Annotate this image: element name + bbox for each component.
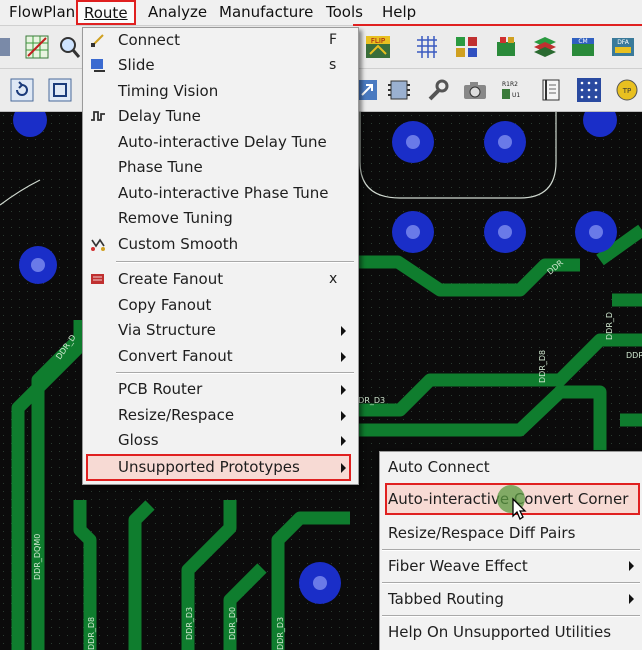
grid-route-icon[interactable] [24,34,50,60]
menu-item-remove-tuning[interactable]: Remove Tuning [83,206,358,231]
svg-text:R1R2: R1R2 [502,81,518,88]
pad-drill [406,135,420,149]
menu-item-pcb-router[interactable]: PCB Router [83,377,358,402]
menu-item-gloss[interactable]: Gloss [83,428,358,453]
refdes-icon[interactable]: R1R2 U1 [500,77,526,103]
menu-item-resize-respace[interactable]: Resize/Respace [83,403,358,428]
submenu-arrow-icon [341,411,346,421]
trace-label: DDR_D8 [538,350,547,383]
pins-icon[interactable] [386,77,412,103]
connect-icon [90,32,106,48]
menu-item-auto-interactive-delay-tune[interactable]: Auto-interactive Delay Tune [83,130,358,155]
submenu-item-help-on-unsupported-utilities[interactable]: Help On Unsupported Utilities [380,617,642,647]
menu-item-timing-vision[interactable]: Timing Vision [83,79,358,104]
slide-icon [91,59,105,72]
submenu-arrow-icon [341,352,346,362]
components-icon[interactable] [454,34,480,60]
cm-icon[interactable]: CM [570,34,596,60]
trace-label: DDR_D [605,312,614,340]
pad-drill [498,225,512,239]
svg-text:DFA: DFA [617,39,630,46]
pad-drill [589,225,603,239]
mouse-cursor-icon [497,485,527,520]
submenu-item-tabbed-routing[interactable]: Tabbed Routing [380,584,642,614]
menu-separator [116,261,354,263]
menu-manufacture[interactable]: Manufacture [219,3,313,21]
menu-separator [116,372,354,374]
svg-text:U1: U1 [512,92,520,99]
trace-label: DDR [626,351,642,360]
book-icon[interactable] [538,77,564,103]
allegro-window: FlowPlan Route Analyze Manufacture Tools… [0,0,642,650]
flip-icon[interactable]: FLIP [365,34,391,60]
camera-icon[interactable] [462,77,488,103]
layers-icon[interactable] [532,34,558,60]
menu-item-copy-fanout[interactable]: Copy Fanout [83,293,358,318]
svg-text:FLIP: FLIP [371,37,385,45]
grid-dots-icon[interactable] [414,34,440,60]
menu-item-create-fanout[interactable]: Create Fanout x [83,267,358,292]
pad-drill [498,135,512,149]
menu-help[interactable]: Help [382,3,416,21]
menu-route[interactable]: Route [76,0,136,25]
custom-smooth-icon [91,238,105,251]
submenu-arrow-icon [341,436,346,446]
menu-item-custom-smooth[interactable]: Custom Smooth [83,232,358,257]
place-icon[interactable] [494,34,520,60]
square-icon[interactable] [48,78,72,102]
pad-drill [406,225,420,239]
trace-label: DDR_D8 [87,617,96,650]
target-icon[interactable]: TP [614,77,640,103]
menu-bar: FlowPlan Route Analyze Manufacture Tools… [0,0,642,26]
menu-item-connect[interactable]: Connect F [83,28,358,53]
menu-item-unsupported-prototypes[interactable]: Unsupported Prototypes [83,455,358,480]
delay-tune-icon [91,111,105,121]
create-fanout-icon [91,274,104,284]
route-menu: Connect F Slide s Timing Vision Delay Tu… [82,27,359,485]
trace-label: DDR_D3 [276,617,285,650]
menu-tools[interactable]: Tools [326,3,363,21]
submenu-arrow-icon [341,463,346,473]
menu-analyze[interactable]: Analyze [148,3,207,21]
menu-item-via-structure[interactable]: Via Structure [83,318,358,343]
submenu-arrow-icon [629,594,634,604]
trace-label: DDR_DQM0 [33,534,42,580]
pad-drill [31,258,45,272]
submenu-item-fiber-weave-effect[interactable]: Fiber Weave Effect [380,551,642,581]
submenu-arrow-icon [341,385,346,395]
dots-grid-icon[interactable] [576,77,602,103]
trace-label: DDR_D0 [228,607,237,640]
submenu-item-auto-connect[interactable]: Auto Connect [380,452,642,482]
submenu-arrow-icon [341,326,346,336]
submenu-arrow-icon [629,561,634,571]
svg-text:TP: TP [622,87,632,95]
menu-item-convert-fanout[interactable]: Convert Fanout [83,344,358,369]
rotate-icon[interactable] [10,78,34,102]
pad-drill [313,576,327,590]
submenu-item-resize-respace-diff-pairs[interactable]: Resize/Respace Diff Pairs [380,518,642,548]
svg-text:CM: CM [578,38,587,45]
wrench-icon[interactable] [424,77,450,103]
tool-partial-icon[interactable] [0,34,12,60]
trace-label: DDR_D3 [185,607,194,640]
menu-item-auto-interactive-phase-tune[interactable]: Auto-interactive Phase Tune [83,181,358,206]
menu-item-delay-tune[interactable]: Delay Tune [83,104,358,129]
zoom-icon[interactable] [58,34,80,60]
menu-flowplan[interactable]: FlowPlan [9,3,75,21]
menu-item-phase-tune[interactable]: Phase Tune [83,155,358,180]
dfa-icon[interactable]: DFA [610,34,636,60]
menu-item-slide[interactable]: Slide s [83,53,358,78]
